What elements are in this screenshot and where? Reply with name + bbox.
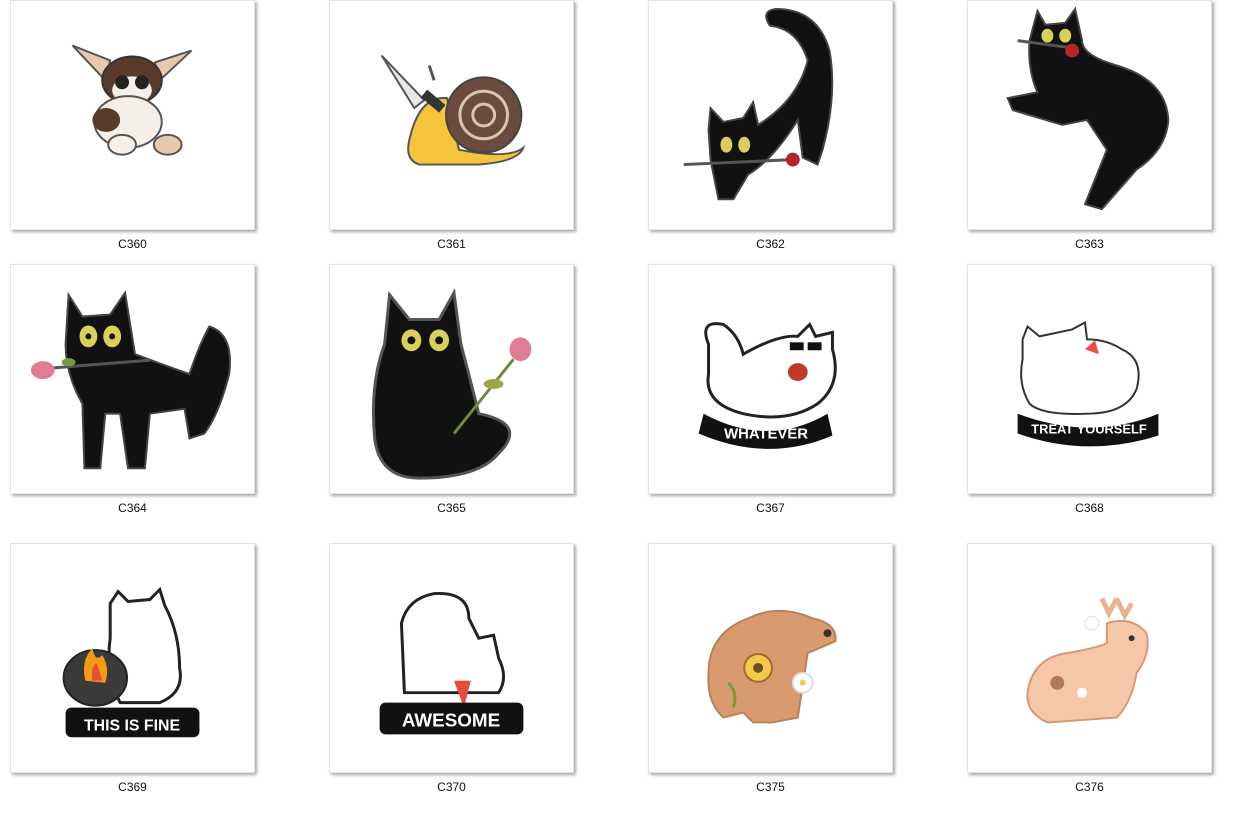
- thumbnail-label: C360: [118, 237, 147, 251]
- thumbnail-image[interactable]: [648, 0, 893, 230]
- thumbnail-image[interactable]: [10, 0, 255, 230]
- gremlin-pin-icon: [71, 44, 193, 156]
- thumbnail-grid: C360 C361 C362 C363 C364 C365 WHATEVER C…: [0, 0, 1258, 831]
- thumbnail-item[interactable]: C360: [10, 0, 255, 251]
- white-cat-fire-pin-icon: THIS IS FINE: [62, 586, 200, 738]
- thumbnail-image[interactable]: TREAT YOURSELF: [967, 264, 1212, 494]
- thumbnail-image[interactable]: WHATEVER: [648, 264, 893, 494]
- thumbnail-image[interactable]: AWESOME: [329, 543, 574, 773]
- thumbnail-label: C361: [437, 237, 466, 251]
- thumbnail-item[interactable]: C361: [329, 0, 574, 251]
- thumbnail-image[interactable]: THIS IS FINE: [10, 543, 255, 773]
- thumbnail-label: C364: [118, 501, 147, 515]
- thumbnail-label: C376: [1075, 780, 1104, 794]
- thumbnail-image[interactable]: [967, 0, 1212, 230]
- thumbnail-item[interactable]: C364: [10, 264, 255, 515]
- thumbnail-item[interactable]: WHATEVER C367: [648, 264, 893, 515]
- thumbnail-item[interactable]: THIS IS FINE C369: [10, 543, 255, 794]
- pin-caption: WHATEVER: [724, 426, 808, 442]
- black-cat-rose-pin-icon: [1006, 6, 1170, 211]
- thumbnail-item[interactable]: C376: [967, 543, 1212, 794]
- white-cat-sunglasses-pin-icon: WHATEVER: [698, 321, 837, 449]
- thumbnail-image[interactable]: [329, 264, 574, 494]
- thumbnail-item[interactable]: C365: [329, 264, 574, 515]
- white-cat-stretch-pin-icon: AWESOME: [379, 592, 524, 735]
- thumbnail-label: C368: [1075, 501, 1104, 515]
- black-cat-rose-pin-icon: [683, 7, 834, 201]
- thumbnail-image[interactable]: [10, 264, 255, 494]
- pin-caption: TREAT YOURSELF: [1031, 422, 1147, 437]
- snail-knife-pin-icon: [380, 54, 526, 166]
- pin-caption: THIS IS FINE: [84, 717, 180, 734]
- thumbnail-label: C370: [437, 780, 466, 794]
- thumbnail-image[interactable]: [329, 0, 574, 230]
- thumbnail-label: C367: [756, 501, 785, 515]
- white-cat-pin-icon: TREAT YOURSELF: [1017, 320, 1159, 447]
- thumbnail-item[interactable]: C362: [648, 0, 893, 251]
- thumbnail-label: C365: [437, 501, 466, 515]
- thumbnail-item[interactable]: TREAT YOURSELF C368: [967, 264, 1212, 515]
- thumbnail-label: C375: [756, 780, 785, 794]
- deer-flowers-pin-icon: [1026, 597, 1149, 724]
- capybara-flowers-pin-icon: [707, 610, 837, 724]
- pin-caption: AWESOME: [402, 709, 500, 730]
- thumbnail-label: C369: [118, 780, 147, 794]
- black-cat-rose-pin-icon: [30, 290, 231, 470]
- thumbnail-label: C363: [1075, 237, 1104, 251]
- thumbnail-item[interactable]: AWESOME C370: [329, 543, 574, 794]
- thumbnail-item[interactable]: C375: [648, 543, 893, 794]
- thumbnail-item[interactable]: C363: [967, 0, 1212, 251]
- thumbnail-label: C362: [756, 237, 785, 251]
- thumbnail-image[interactable]: [648, 543, 893, 773]
- thumbnail-image[interactable]: [967, 543, 1212, 773]
- black-cat-rose-pin-icon: [371, 288, 532, 480]
